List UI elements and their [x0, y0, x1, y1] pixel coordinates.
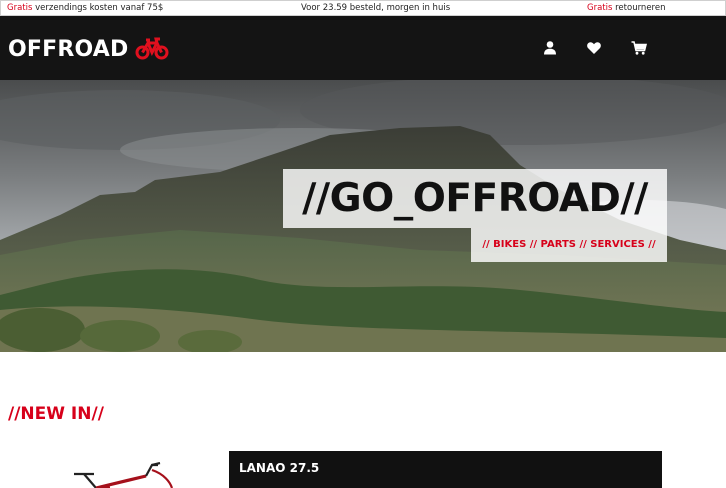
site-logo[interactable]: OFFROAD	[8, 35, 169, 63]
cart-icon	[631, 41, 647, 55]
wishlist-button[interactable]	[586, 40, 602, 56]
free-returns-accent: Gratis	[587, 3, 613, 13]
bicycle-image[interactable]	[66, 462, 176, 488]
cart-button[interactable]	[631, 40, 647, 56]
free-returns-notice: Gratis retourneren	[587, 1, 665, 15]
delivery-notice: Voor 23.59 besteld, morgen in huis	[301, 3, 451, 13]
hero-banner: //GO_OFFROAD// // BIKES // PARTS // SERV…	[0, 80, 726, 352]
site-header: OFFROAD	[0, 16, 726, 80]
product-card-header[interactable]: LANAO 27.5	[229, 451, 662, 488]
free-shipping-accent: Gratis	[7, 3, 33, 13]
free-shipping-notice: Gratis verzendings kosten vanaf 75$	[7, 1, 163, 15]
logo-text: OFFROAD	[8, 36, 129, 62]
info-bar: Gratis verzendings kosten vanaf 75$ Voor…	[0, 0, 726, 16]
hero-subtitle[interactable]: // BIKES // PARTS // SERVICES //	[471, 228, 667, 262]
user-icon	[544, 41, 556, 55]
hero-title: //GO_OFFROAD//	[283, 169, 667, 228]
free-returns-text: retourneren	[612, 3, 666, 13]
bicycle-icon	[135, 37, 168, 60]
product-name: LANAO 27.5	[239, 461, 320, 475]
free-shipping-text: verzendings kosten vanaf 75$	[32, 3, 164, 13]
account-button[interactable]	[542, 40, 558, 56]
new-in-heading: //NEW IN//	[8, 404, 104, 424]
heart-icon	[587, 42, 601, 54]
